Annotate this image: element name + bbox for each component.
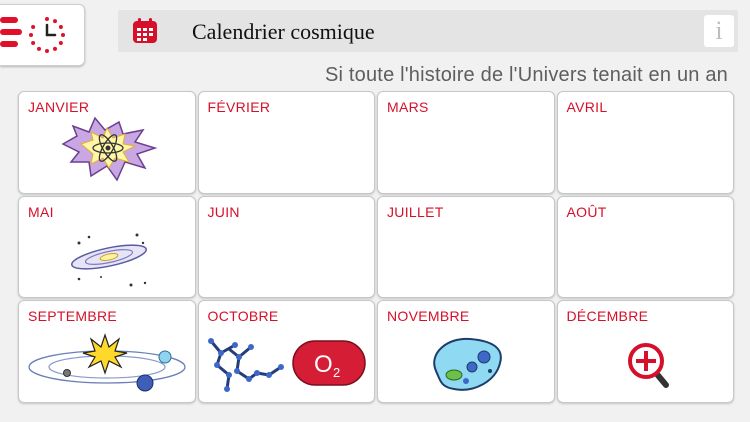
cell-icon: [433, 338, 502, 392]
big-bang-atom-icon: [61, 116, 158, 182]
month-label: FÉVRIER: [207, 99, 271, 115]
zoom-in-icon: [627, 343, 669, 389]
month-tile-janvier[interactable]: JANVIER: [18, 91, 196, 194]
month-tile-juillet[interactable]: JUILLET: [377, 195, 555, 299]
page-title: Calendrier cosmique: [192, 19, 375, 44]
menu-clock-icon: [0, 17, 65, 53]
month-label: MARS: [387, 99, 429, 115]
o2-label: O: [314, 351, 333, 378]
info-button[interactable]: i: [704, 15, 734, 47]
o2-subscript: 2: [333, 365, 340, 380]
month-tile-decembre[interactable]: DÉCEMBRE: [556, 300, 734, 403]
month-grid: JANVIER FÉVRIER MARS AVRIL MAI JUIN JUIL…: [18, 91, 734, 403]
month-label: JUILLET: [387, 203, 444, 220]
header-bar: Calendrier cosmique i: [118, 10, 738, 52]
calendar-icon: [133, 18, 157, 43]
month-tile-avril[interactable]: AVRIL: [556, 91, 734, 194]
galaxy-icon: [71, 233, 147, 287]
month-tile-aout[interactable]: AOÛT: [556, 195, 734, 299]
molecules-oxygen-icon: O 2: [207, 338, 366, 393]
menu-clock-button[interactable]: [0, 4, 85, 66]
month-tile-juin[interactable]: JUIN: [197, 195, 375, 299]
month-tile-fevrier[interactable]: FÉVRIER: [197, 91, 375, 194]
month-tile-octobre[interactable]: OCTOBRE O 2: [197, 300, 375, 403]
solar-system-icon: [28, 333, 186, 392]
month-label: JUIN: [207, 203, 240, 220]
month-tile-novembre[interactable]: NOVEMBRE: [377, 300, 555, 403]
page-subtitle: Si toute l'histoire de l'Univers tenait …: [324, 64, 728, 86]
month-label: AOÛT: [566, 203, 607, 220]
month-tile-septembre[interactable]: SEPTEMBRE: [18, 300, 196, 403]
month-tile-mai[interactable]: MAI: [18, 195, 196, 299]
month-tile-mars[interactable]: MARS: [377, 91, 555, 194]
month-label: AVRIL: [566, 99, 608, 115]
